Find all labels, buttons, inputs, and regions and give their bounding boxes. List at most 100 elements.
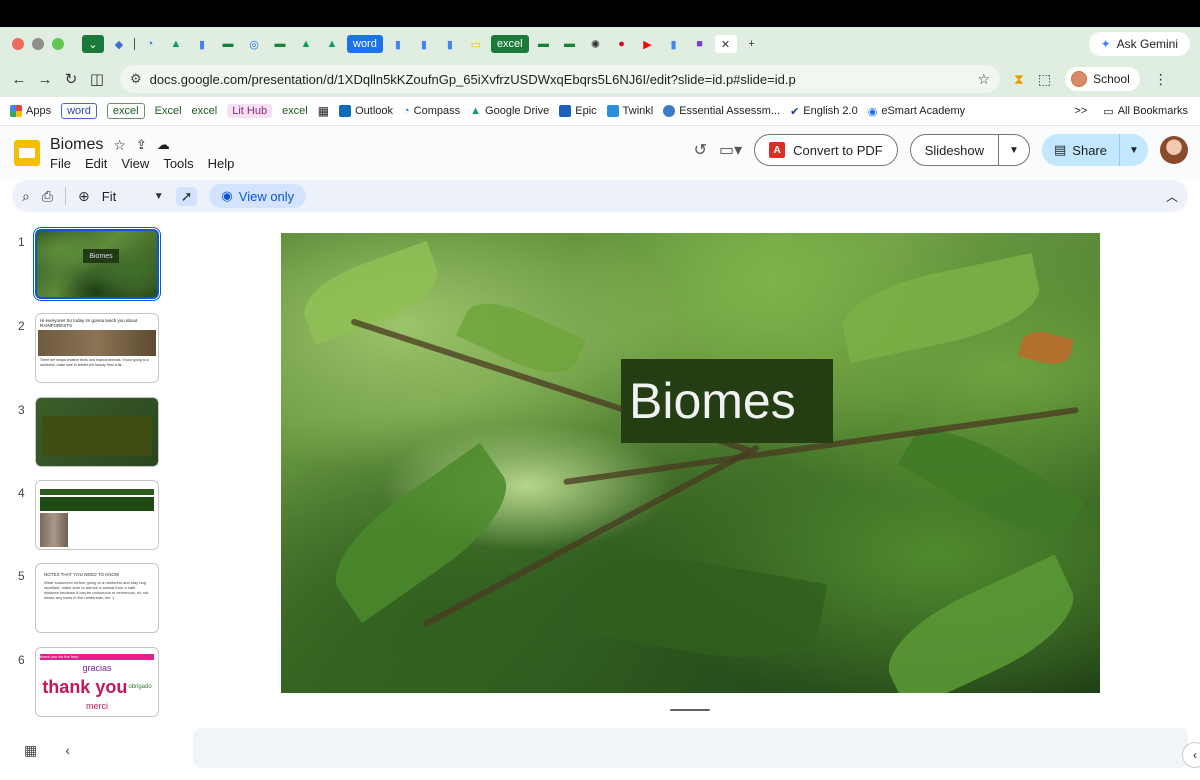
active-tab-close-icon[interactable]: ✕ (714, 35, 737, 53)
bookmark-apps[interactable]: Apps (10, 105, 51, 117)
tab-drive-icon[interactable]: ▲ (165, 35, 187, 53)
tab-favicon-icon[interactable]: ◎ (243, 35, 265, 53)
view-only-mode-button[interactable]: ◉ View only (209, 184, 307, 208)
share-dropdown-icon[interactable]: ▼ (1120, 134, 1148, 166)
slide-canvas[interactable]: Biomes (281, 233, 1100, 693)
site-info-icon[interactable]: ⚙ (130, 71, 142, 87)
slide-thumbnail-1[interactable]: Biomes (33, 227, 161, 301)
tab-classroom-icon[interactable]: ■ (689, 35, 711, 53)
menu-view[interactable]: View (121, 156, 149, 171)
url-text[interactable]: docs.google.com/presentation/d/1XDqlln5k… (150, 72, 978, 87)
user-avatar[interactable] (1160, 136, 1188, 164)
tab-favicon-icon[interactable]: ◔ (139, 35, 161, 53)
menu-tools[interactable]: Tools (163, 156, 193, 171)
share-button[interactable]: ▤ Share (1042, 134, 1120, 166)
back-arrow-icon[interactable]: ← (6, 71, 32, 88)
meet-camera-icon[interactable]: ▭▾ (719, 140, 742, 160)
browser-menu-icon[interactable]: ⋮ (1154, 71, 1168, 88)
tab-sheets-icon[interactable]: ▬ (269, 35, 291, 53)
tab-docs-icon[interactable]: ▮ (387, 35, 409, 53)
slides-logo-icon[interactable] (14, 140, 40, 166)
zoom-select[interactable]: Fit (102, 189, 142, 204)
tab-drive-icon[interactable]: ▲ (295, 35, 317, 53)
word-cloud-word: gracias (82, 662, 112, 673)
bookmark-essential-assessment[interactable]: Essential Assessm... (663, 105, 780, 117)
tab-docs-icon[interactable]: ▮ (413, 35, 435, 53)
tab-favicon-icon[interactable]: ◆ (108, 35, 130, 53)
print-icon[interactable]: ⎙ (42, 188, 53, 205)
address-bar[interactable]: ⚙ docs.google.com/presentation/d/1XDqlln… (120, 65, 1000, 93)
bookmark-excel-2[interactable]: Excel (155, 105, 182, 117)
tab-docs-icon[interactable]: ▮ (663, 35, 685, 53)
split-view-icon[interactable]: ◫ (84, 70, 110, 88)
maximize-window-button[interactable] (52, 38, 64, 50)
bookmark-grid[interactable]: ▦ (318, 104, 329, 118)
slide-thumbnail-6[interactable]: thank you for the help gracias thank you… (35, 647, 159, 717)
move-folder-icon[interactable]: ⇪ (136, 137, 147, 153)
extensions-puzzle-icon[interactable]: ⬚ (1038, 71, 1051, 88)
version-history-icon[interactable]: ↺ (694, 140, 707, 160)
bookmark-excel-3[interactable]: excel (192, 105, 218, 117)
tab-slides-icon[interactable]: ▭ (465, 35, 487, 53)
bookmarks-overflow[interactable]: >> (1074, 105, 1087, 117)
close-window-button[interactable] (12, 38, 24, 50)
speaker-notes-resize-handle[interactable] (670, 709, 710, 711)
slideshow-dropdown-icon[interactable]: ▼ (999, 135, 1029, 165)
bookmark-outlook[interactable]: Outlook (339, 105, 393, 117)
document-title[interactable]: Biomes (50, 136, 103, 154)
tab-docs-icon[interactable]: ▮ (439, 35, 461, 53)
tab-openai-icon[interactable]: ✺ (585, 35, 607, 53)
bookmark-google-drive[interactable]: ▲ Google Drive (470, 105, 549, 117)
bookmark-epic[interactable]: Epic (559, 105, 597, 117)
bookmark-esmart-academy[interactable]: ◉ eSmart Academy (868, 105, 965, 118)
ask-gemini-button[interactable]: ✦ Ask Gemini (1088, 32, 1190, 56)
menu-edit[interactable]: Edit (85, 156, 107, 171)
tab-youtube-icon[interactable]: ▶ (637, 35, 659, 53)
collapse-filmstrip-icon[interactable]: ‹ (65, 742, 70, 759)
tab-sheets-icon[interactable]: ▬ (217, 35, 239, 53)
collapse-toolbar-icon[interactable]: ︿ (1166, 188, 1178, 205)
slideshow-button[interactable]: Slideshow (911, 135, 999, 165)
tab-sheets-icon[interactable]: ▬ (559, 35, 581, 53)
bookmark-word[interactable]: word (61, 103, 97, 119)
bookmark-english-2[interactable]: ✔ English 2.0 (790, 105, 858, 118)
bookmark-star-icon[interactable]: ☆ (977, 71, 990, 88)
tab-docs-icon[interactable]: ▮ (191, 35, 213, 53)
tab-dropdown-icon[interactable]: ⌄ (82, 35, 104, 53)
tab-excel[interactable]: excel (490, 35, 529, 53)
new-tab-icon[interactable]: + (741, 35, 763, 53)
all-bookmarks[interactable]: ▭ All Bookmarks (1103, 105, 1188, 118)
tab-sheets-icon[interactable]: ▬ (533, 35, 555, 53)
zoom-icon[interactable]: ⊕ (78, 188, 90, 205)
bookmark-excel[interactable]: excel (106, 103, 145, 119)
minimize-window-button[interactable] (32, 38, 44, 50)
menu-file[interactable]: File (50, 156, 71, 171)
slide-thumbnail-3[interactable] (35, 397, 159, 467)
grid-view-icon[interactable]: ▦ (24, 742, 37, 759)
grid-icon: ▦ (317, 104, 330, 118)
profile-button[interactable]: School (1065, 67, 1140, 91)
reload-icon[interactable]: ↻ (58, 70, 84, 88)
tab-word[interactable]: word (347, 35, 383, 53)
select-cursor-icon[interactable]: ➚ (175, 186, 198, 206)
slide-thumbnail-5[interactable]: NOTES THAT YOU NEED TO KNOW Wear sunscre… (35, 563, 159, 633)
tab-pinterest-icon[interactable]: ● (611, 35, 633, 53)
menu-help[interactable]: Help (208, 156, 235, 171)
slide-title-box[interactable]: Biomes (621, 359, 833, 443)
convert-to-pdf-button[interactable]: A Convert to PDF (754, 134, 898, 166)
star-icon[interactable]: ☆ (113, 137, 126, 154)
zoom-dropdown-icon[interactable]: ▼ (154, 191, 164, 202)
bookmark-twinkl[interactable]: Twinkl (606, 105, 653, 117)
tab-drive-icon[interactable]: ▲ (321, 35, 343, 53)
bookmark-excel-4[interactable]: excel (282, 105, 308, 117)
forward-arrow-icon[interactable]: → (32, 71, 58, 88)
bookmark-compass[interactable]: ◔ Compass (403, 105, 460, 117)
thumbnail-text-bar (40, 497, 154, 511)
speaker-notes-area[interactable] (193, 728, 1188, 768)
slide-thumbnail-4[interactable] (35, 480, 159, 550)
slide-thumbnail-2[interactable]: Hi everyone! So today im gonna teach you… (35, 313, 159, 383)
search-icon[interactable]: ⌕ (22, 188, 30, 205)
extension-hourglass-icon[interactable]: ⧗ (1014, 71, 1024, 88)
bookmark-lit-hub[interactable]: Lit Hub (227, 104, 273, 118)
cloud-status-icon[interactable]: ☁ (157, 137, 170, 153)
